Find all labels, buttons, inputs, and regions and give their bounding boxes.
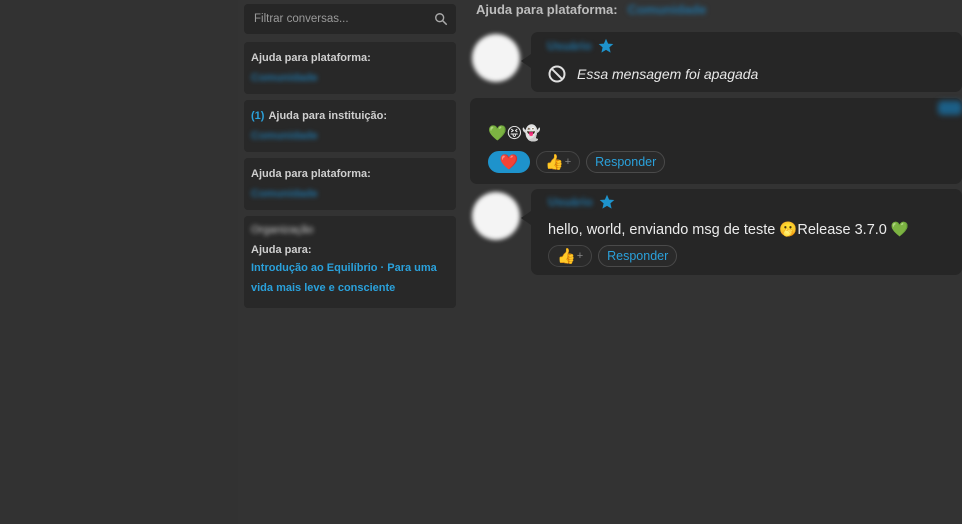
chat-area: Ajuda para plataforma: Comunidade Usuári… — [470, 0, 962, 524]
reply-button[interactable]: Responder — [598, 245, 678, 267]
message-bubble: Usuário hello, world, enviando msg de te… — [521, 189, 962, 275]
message-bubble: 💚😝👻 ❤️ 👍 + Responder — [470, 98, 962, 184]
message-author[interactable]: Usuário — [548, 195, 593, 209]
search-icon[interactable] — [434, 12, 448, 26]
conversation-name: Organização — [251, 224, 314, 236]
conversation-subtitle: Comunidade — [251, 188, 318, 200]
conversation-subtitle: Comunidade — [251, 72, 318, 84]
heart-reaction-button[interactable]: ❤️ — [488, 151, 530, 173]
add-reaction-button[interactable]: 👍 + — [536, 151, 581, 173]
star-icon — [598, 38, 613, 53]
conversation-subtitle: Comunidade — [251, 130, 318, 142]
conversation-item[interactable]: (1) Ajuda para instituição: Comunidade — [244, 100, 456, 152]
message-author[interactable]: Usuário — [547, 39, 592, 53]
message-timestamp — [938, 101, 962, 115]
avatar[interactable] — [472, 34, 520, 82]
conversation-link-line1[interactable]: Introdução ao Equilíbrio · Para uma — [251, 258, 449, 278]
conversation-item[interactable]: Organização Ajuda para: Introdução ao Eq… — [244, 216, 456, 308]
conversation-link-line2[interactable]: vida mais leve e consciente — [251, 278, 449, 298]
message-text: hello, world, enviando msg de teste 🫢Rel… — [548, 222, 909, 238]
unread-count-badge: (1) — [251, 110, 265, 122]
reactions-row: 👍 + Responder — [548, 245, 945, 267]
plus-icon: + — [576, 250, 584, 262]
blocked-icon — [548, 65, 566, 83]
left-empty-panel — [0, 0, 238, 524]
conversation-item[interactable]: Ajuda para plataforma: Comunidade — [244, 42, 456, 94]
conversation-title: Ajuda para plataforma: — [251, 168, 371, 180]
conversation-title: Ajuda para: — [251, 244, 312, 256]
chat-title-blurred: Comunidade — [627, 2, 707, 17]
deleted-message-text: Essa mensagem foi apagada — [577, 66, 759, 82]
chat-title: Ajuda para plataforma: — [476, 2, 618, 17]
search-box — [244, 4, 456, 34]
chat-header: Ajuda para plataforma: Comunidade — [476, 2, 706, 17]
conversation-item[interactable]: Ajuda para plataforma: Comunidade — [244, 158, 456, 210]
reactions-row: ❤️ 👍 + Responder — [488, 151, 944, 173]
add-reaction-button[interactable]: 👍 + — [548, 245, 593, 267]
thumbs-up-icon: 👍 — [545, 153, 564, 171]
search-input[interactable] — [252, 12, 434, 26]
conversation-title: (1) Ajuda para instituição: — [251, 110, 449, 122]
deleted-message-row: Essa mensagem foi apagada — [547, 64, 946, 84]
conversation-title: Ajuda para plataforma: — [251, 52, 371, 64]
thumbs-up-icon: 👍 — [557, 247, 576, 265]
star-icon — [599, 194, 614, 209]
conversation-title-text: Ajuda para instituição: — [268, 110, 388, 122]
avatar[interactable] — [472, 192, 520, 240]
message-author-row: Usuário — [547, 38, 946, 54]
reply-button[interactable]: Responder — [586, 151, 666, 173]
message-author-row: Usuário — [548, 194, 945, 210]
heart-icon: ❤️ — [499, 153, 519, 171]
message-text: 💚😝👻 — [488, 125, 541, 142]
message-bubble: Usuário Essa mensagem foi apagada — [521, 32, 962, 92]
plus-icon: + — [564, 156, 572, 168]
